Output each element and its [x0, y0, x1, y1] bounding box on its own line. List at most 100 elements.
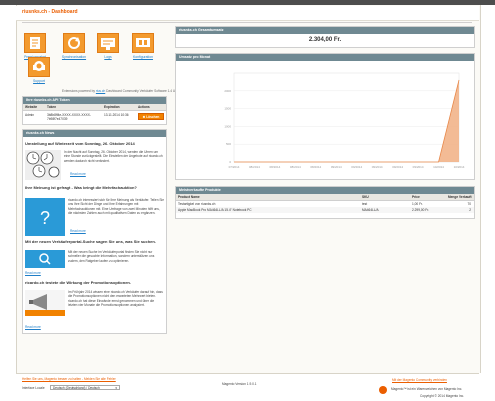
- quick-link-synchronisation[interactable]: Synchronisation: [62, 33, 86, 59]
- log-icon: [97, 33, 119, 53]
- news-item-title: Mit der neuen Verkäuferportal-Suche sage…: [25, 239, 156, 244]
- document-icon: [24, 33, 46, 53]
- locale-label: Interface Locale: [22, 386, 45, 390]
- revenue-panel: riusnks.ch Gesamtumsatz 2.304,00 Fr.: [175, 26, 475, 48]
- settings-icon: [132, 33, 154, 53]
- news-item-text: Im Frühjahr 2014 wissen eine ricardo.ch …: [68, 290, 163, 307]
- y-tick-label: 500: [226, 142, 231, 146]
- token-value: 3b8b8ff4e-XXXX-XXXX-XXXX-7b98f7e47039: [47, 113, 91, 122]
- products-header: Meistverkaufte Produkte: [176, 187, 474, 194]
- chart-panel: Umsatz pro Monat 2000 1500 1000 500 0 07/2014…: [175, 53, 475, 180]
- quick-link-premiumpaket[interactable]: Premiumpaket: [24, 33, 46, 59]
- product-qty: 70: [467, 202, 471, 206]
- y-tick-label: 1000: [224, 124, 231, 128]
- api-token-panel: Ihre riusnks.ch API Token Website Token …: [22, 96, 167, 125]
- product-sku: MA464LL/A: [362, 208, 379, 212]
- column-header: Price: [412, 195, 420, 199]
- sync-icon: [63, 33, 85, 53]
- x-tick-label: 09/2014: [351, 165, 362, 169]
- x-tick-label: 09/2014: [372, 165, 383, 169]
- x-tick-label: 09/2014: [392, 165, 403, 169]
- title-bar: [16, 6, 479, 21]
- table-row: Admin 3b8b8ff4e-XXXX-XXXX-XXXX-7b98f7e47…: [23, 111, 166, 125]
- delete-token-button[interactable]: ✖ Löschen: [138, 113, 164, 120]
- product-qty: 2: [469, 208, 471, 212]
- magento-logo-icon: [379, 386, 387, 394]
- megaphone-icon: [25, 290, 65, 316]
- column-header: Website: [25, 105, 38, 109]
- news-item-title: Ihre Meinung ist gefragt - Was bringt di…: [25, 185, 137, 190]
- product-sku: test: [362, 202, 368, 206]
- product-name: Apple MacBook Pro MA464LL/A 15.4" Notebo…: [178, 208, 252, 212]
- quick-link-label[interactable]: Synchronisation: [57, 55, 91, 59]
- product-price: 1,00 Fr.: [412, 202, 423, 206]
- magento-version: Magento Version 1.9.0.1: [222, 382, 257, 386]
- column-header: Token: [47, 105, 57, 109]
- community-link[interactable]: Mit der Magento Community verbinden: [392, 378, 447, 382]
- delete-token-label: Löschen: [146, 115, 160, 119]
- trademark: Magento™ ist ein Warenzeichen von Magent…: [391, 387, 463, 391]
- news-item-title: ricardo.ch testete die Wirkung der Promo…: [25, 280, 131, 285]
- x-tick-label: 09/2014: [331, 165, 342, 169]
- column-header: Actions: [138, 105, 150, 109]
- quick-link-konfiguration[interactable]: Konfiguration: [132, 33, 154, 59]
- column-header: Menge Verkauft: [448, 195, 472, 199]
- product-name: Testartigkel von riusnks.ch: [178, 202, 216, 206]
- read-more-link[interactable]: Read more: [25, 325, 41, 329]
- api-token-table-head: Website Token Expiration Actions: [23, 104, 166, 111]
- quick-link-label[interactable]: Logs: [91, 55, 125, 59]
- help-link[interactable]: Helfen Sie uns, Magento besser zu halten…: [22, 377, 116, 381]
- products-table-head: Product Name SKU Price Menge Verkauft: [176, 194, 474, 201]
- divider: [22, 22, 472, 23]
- news-item-text: In der Nacht auf Sonntag, 26. Oktober 20…: [64, 150, 163, 163]
- x-tick-label: 10/2014: [433, 165, 444, 169]
- x-tick-label: 10/2014: [454, 165, 465, 169]
- question-icon: ?: [25, 198, 65, 236]
- x-tick-label: 08/2014: [290, 165, 301, 169]
- x-tick-label: 07/2014: [229, 165, 240, 169]
- news-item-title: Umstellung auf Winterzeit vom Sonntag, 2…: [25, 141, 135, 146]
- products-panel: Meistverkaufte Produkte Product Name SKU…: [175, 186, 475, 219]
- api-token-header: Ihre riusnks.ch API Token: [23, 97, 166, 104]
- powered-by: Extensions powered by rius.ch Dashboard …: [62, 89, 183, 93]
- powered-by-suffix: Dashboard Community Verkäufer Software 1…: [106, 89, 184, 93]
- quick-link-support[interactable]: Support: [28, 57, 50, 83]
- support-icon: [28, 57, 50, 77]
- copyright: Copyright © 2014 Magento Inc.: [420, 394, 465, 398]
- token-expiration: 13.11.2014 10:36: [104, 113, 129, 117]
- revenue-header: riusnks.ch Gesamtumsatz: [176, 27, 474, 34]
- y-tick-label: 2000: [224, 89, 231, 93]
- column-header: Product Name: [178, 195, 200, 199]
- product-price: 2.299,00 Fr.: [412, 208, 430, 212]
- y-tick-label: 1500: [224, 107, 231, 111]
- y-tick-label: 0: [229, 160, 231, 164]
- locale-value: Deutsch (Deutschland) / Deutsch: [53, 386, 100, 390]
- news-item-text: Mit der neuen Suche im Verkäuferportal f…: [68, 250, 155, 263]
- page-title: riusnks.ch - Dashboard: [22, 9, 78, 15]
- quick-link-label[interactable]: Konfiguration: [126, 55, 160, 59]
- read-more-link[interactable]: Read more: [70, 172, 86, 176]
- quick-link-logs[interactable]: Logs: [97, 33, 119, 59]
- x-tick-label: 08/2014: [310, 165, 321, 169]
- column-header: Expiration: [104, 105, 120, 109]
- table-row[interactable]: Apple MacBook Pro MA464LL/A 15.4" Notebo…: [176, 207, 474, 213]
- chart-header: Umsatz pro Monat: [176, 54, 474, 61]
- column-header: SKU: [362, 195, 369, 199]
- locale-select[interactable]: Deutsch (Deutschland) / Deutsch ▾: [50, 385, 120, 390]
- x-tick-label: 08/2014: [249, 165, 260, 169]
- read-more-link[interactable]: Read more: [25, 271, 41, 275]
- powered-by-text: Extensions powered by: [62, 89, 95, 93]
- token-website: Admin: [25, 113, 35, 117]
- chevron-down-icon: ▾: [115, 386, 117, 390]
- chart-plot-area: [233, 72, 460, 163]
- revenue-value: 2.304,00 Fr.: [308, 37, 342, 43]
- powered-by-link[interactable]: rius.ch: [96, 89, 105, 93]
- news-header: riusnks.ch News: [23, 130, 166, 137]
- x-tick-label: 08/2014: [269, 165, 280, 169]
- news-item-text: ricardo.ch interessiert sich für Ihre Me…: [68, 198, 164, 215]
- sales-chart: 2000 1500 1000 500 007/2014 08/2014 08/2014 08/…: [224, 72, 465, 169]
- x-tick-label: 09/2014: [413, 165, 424, 169]
- quick-link-label[interactable]: Support: [22, 79, 56, 83]
- read-more-link[interactable]: Read more: [70, 229, 86, 233]
- search-icon: [25, 250, 65, 268]
